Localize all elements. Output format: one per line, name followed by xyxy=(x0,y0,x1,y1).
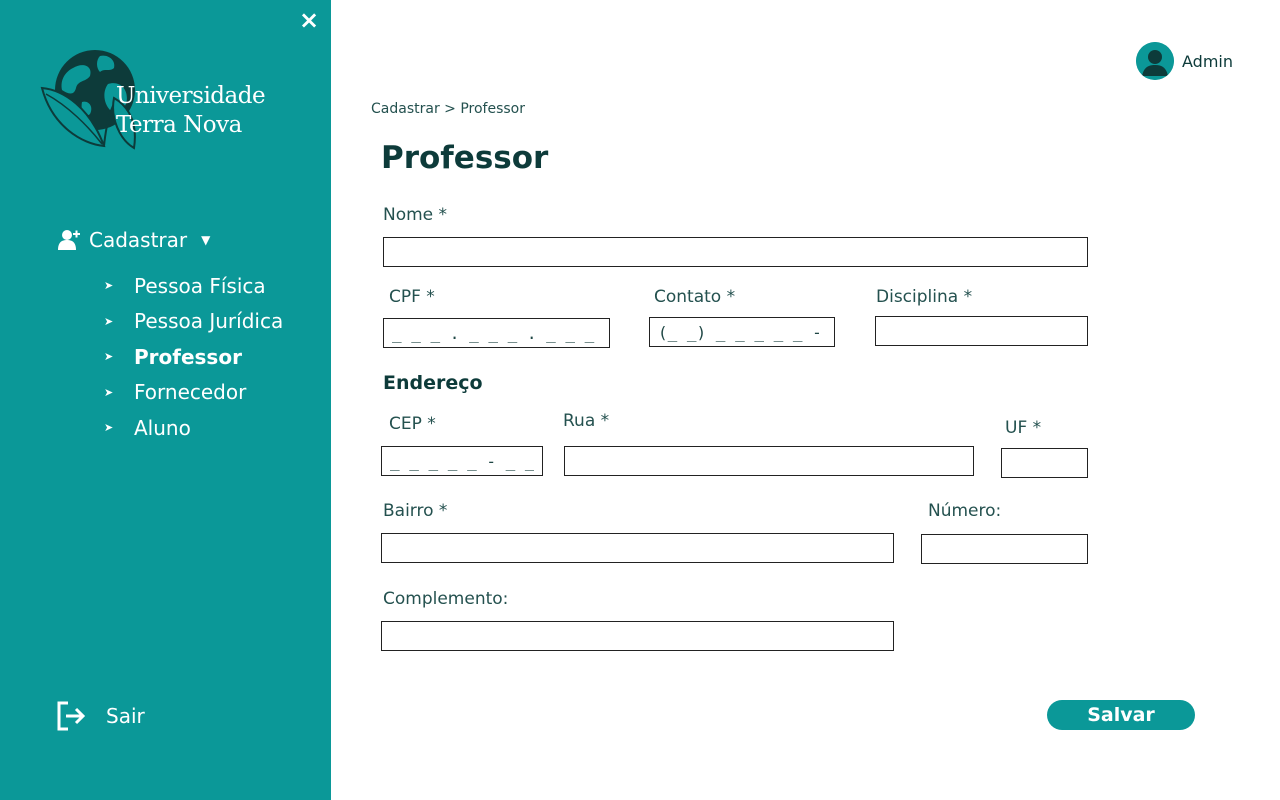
endereco-title: Endereço xyxy=(383,372,483,394)
sidebar-item-label: Aluno xyxy=(134,415,191,440)
page-title: Professor xyxy=(381,140,549,176)
cep-label: CEP * xyxy=(389,414,436,434)
logo-line-2: Terra Nova xyxy=(116,112,242,138)
user-menu[interactable]: Admin xyxy=(1136,42,1233,80)
logout-label: Sair xyxy=(106,704,145,728)
logo-text: Universidade Terra Nova xyxy=(116,82,266,140)
sidebar-item-label: Professor xyxy=(134,344,242,369)
numero-field[interactable] xyxy=(921,534,1088,564)
disciplina-label: Disciplina * xyxy=(876,287,973,307)
close-icon[interactable]: × xyxy=(296,6,322,34)
cep-field[interactable] xyxy=(381,446,543,476)
nome-label: Nome * xyxy=(383,205,448,225)
submenu: ➤ Pessoa Física ➤ Pessoa Jurídica ➤ Prof… xyxy=(104,268,283,446)
menu-cadastrar-label: Cadastrar xyxy=(89,228,188,252)
nome-field[interactable] xyxy=(383,237,1088,267)
avatar xyxy=(1136,42,1174,80)
complemento-label: Complemento: xyxy=(383,589,509,609)
rua-field[interactable] xyxy=(564,446,974,476)
breadcrumb: Cadastrar > Professor xyxy=(371,101,525,117)
arrow-right-icon: ➤ xyxy=(104,314,114,328)
rua-label: Rua * xyxy=(563,411,610,431)
complemento-field[interactable] xyxy=(381,621,894,651)
uf-label: UF * xyxy=(1005,418,1042,438)
bairro-field[interactable] xyxy=(381,533,894,563)
uf-field[interactable] xyxy=(1001,448,1088,478)
sidebar-item-pessoa-fisica[interactable]: ➤ Pessoa Física xyxy=(104,268,283,304)
sidebar-item-label: Fornecedor xyxy=(134,380,247,405)
arrow-right-icon: ➤ xyxy=(104,385,114,399)
arrow-right-icon: ➤ xyxy=(104,421,114,435)
sidebar-item-fornecedor[interactable]: ➤ Fornecedor xyxy=(104,375,283,411)
logout-button[interactable]: Sair xyxy=(56,700,145,732)
user-name: Admin xyxy=(1182,51,1233,71)
arrow-right-icon: ➤ xyxy=(104,350,114,364)
sidebar: × Universidade Terra Nova Cadastrar ▼ ➤ … xyxy=(0,0,331,800)
save-button[interactable]: Salvar xyxy=(1047,700,1195,730)
sidebar-item-aluno[interactable]: ➤ Aluno xyxy=(104,410,283,446)
add-user-icon xyxy=(58,230,80,250)
logo-line-1: Universidade xyxy=(116,83,266,109)
sidebar-item-pessoa-juridica[interactable]: ➤ Pessoa Jurídica xyxy=(104,304,283,340)
sidebar-item-label: Pessoa Jurídica xyxy=(134,309,284,334)
logout-icon xyxy=(57,701,86,731)
numero-label: Número: xyxy=(928,501,1002,521)
sidebar-item-label: Pessoa Física xyxy=(134,273,266,298)
bairro-label: Bairro * xyxy=(383,501,448,521)
menu-cadastrar[interactable]: Cadastrar ▼ xyxy=(58,228,210,252)
cpf-field[interactable] xyxy=(383,318,610,348)
chevron-down-icon: ▼ xyxy=(201,233,211,247)
sidebar-item-professor[interactable]: ➤ Professor xyxy=(104,339,283,375)
contato-field[interactable] xyxy=(649,317,835,347)
contato-label: Contato * xyxy=(654,287,736,307)
cpf-label: CPF * xyxy=(389,287,435,307)
arrow-right-icon: ➤ xyxy=(104,279,114,293)
disciplina-field[interactable] xyxy=(875,316,1088,346)
